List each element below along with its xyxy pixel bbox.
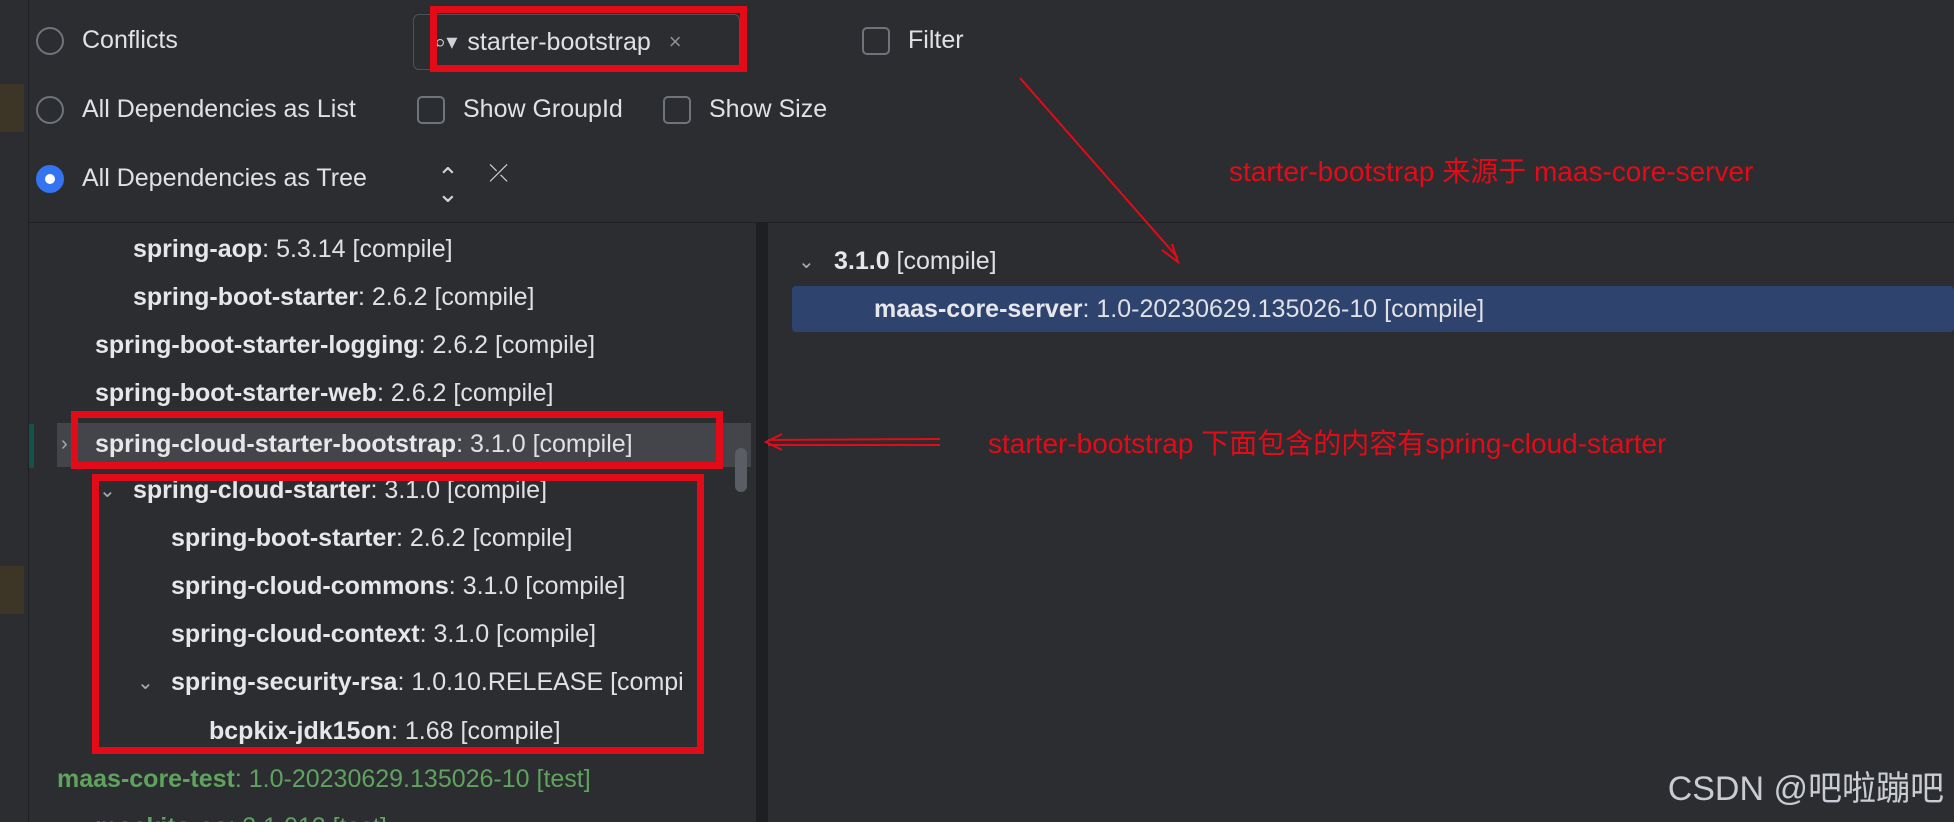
arrow-to-usage [1019, 77, 1179, 259]
arrow-to-bootstrap [767, 438, 941, 441]
watermark: CSDN @吧啦蹦吧 [1667, 770, 1944, 808]
annotation-arrows [763, 77, 1180, 451]
arrow-head-bootstrap [763, 433, 783, 451]
arrow-head-usage [1161, 243, 1180, 265]
